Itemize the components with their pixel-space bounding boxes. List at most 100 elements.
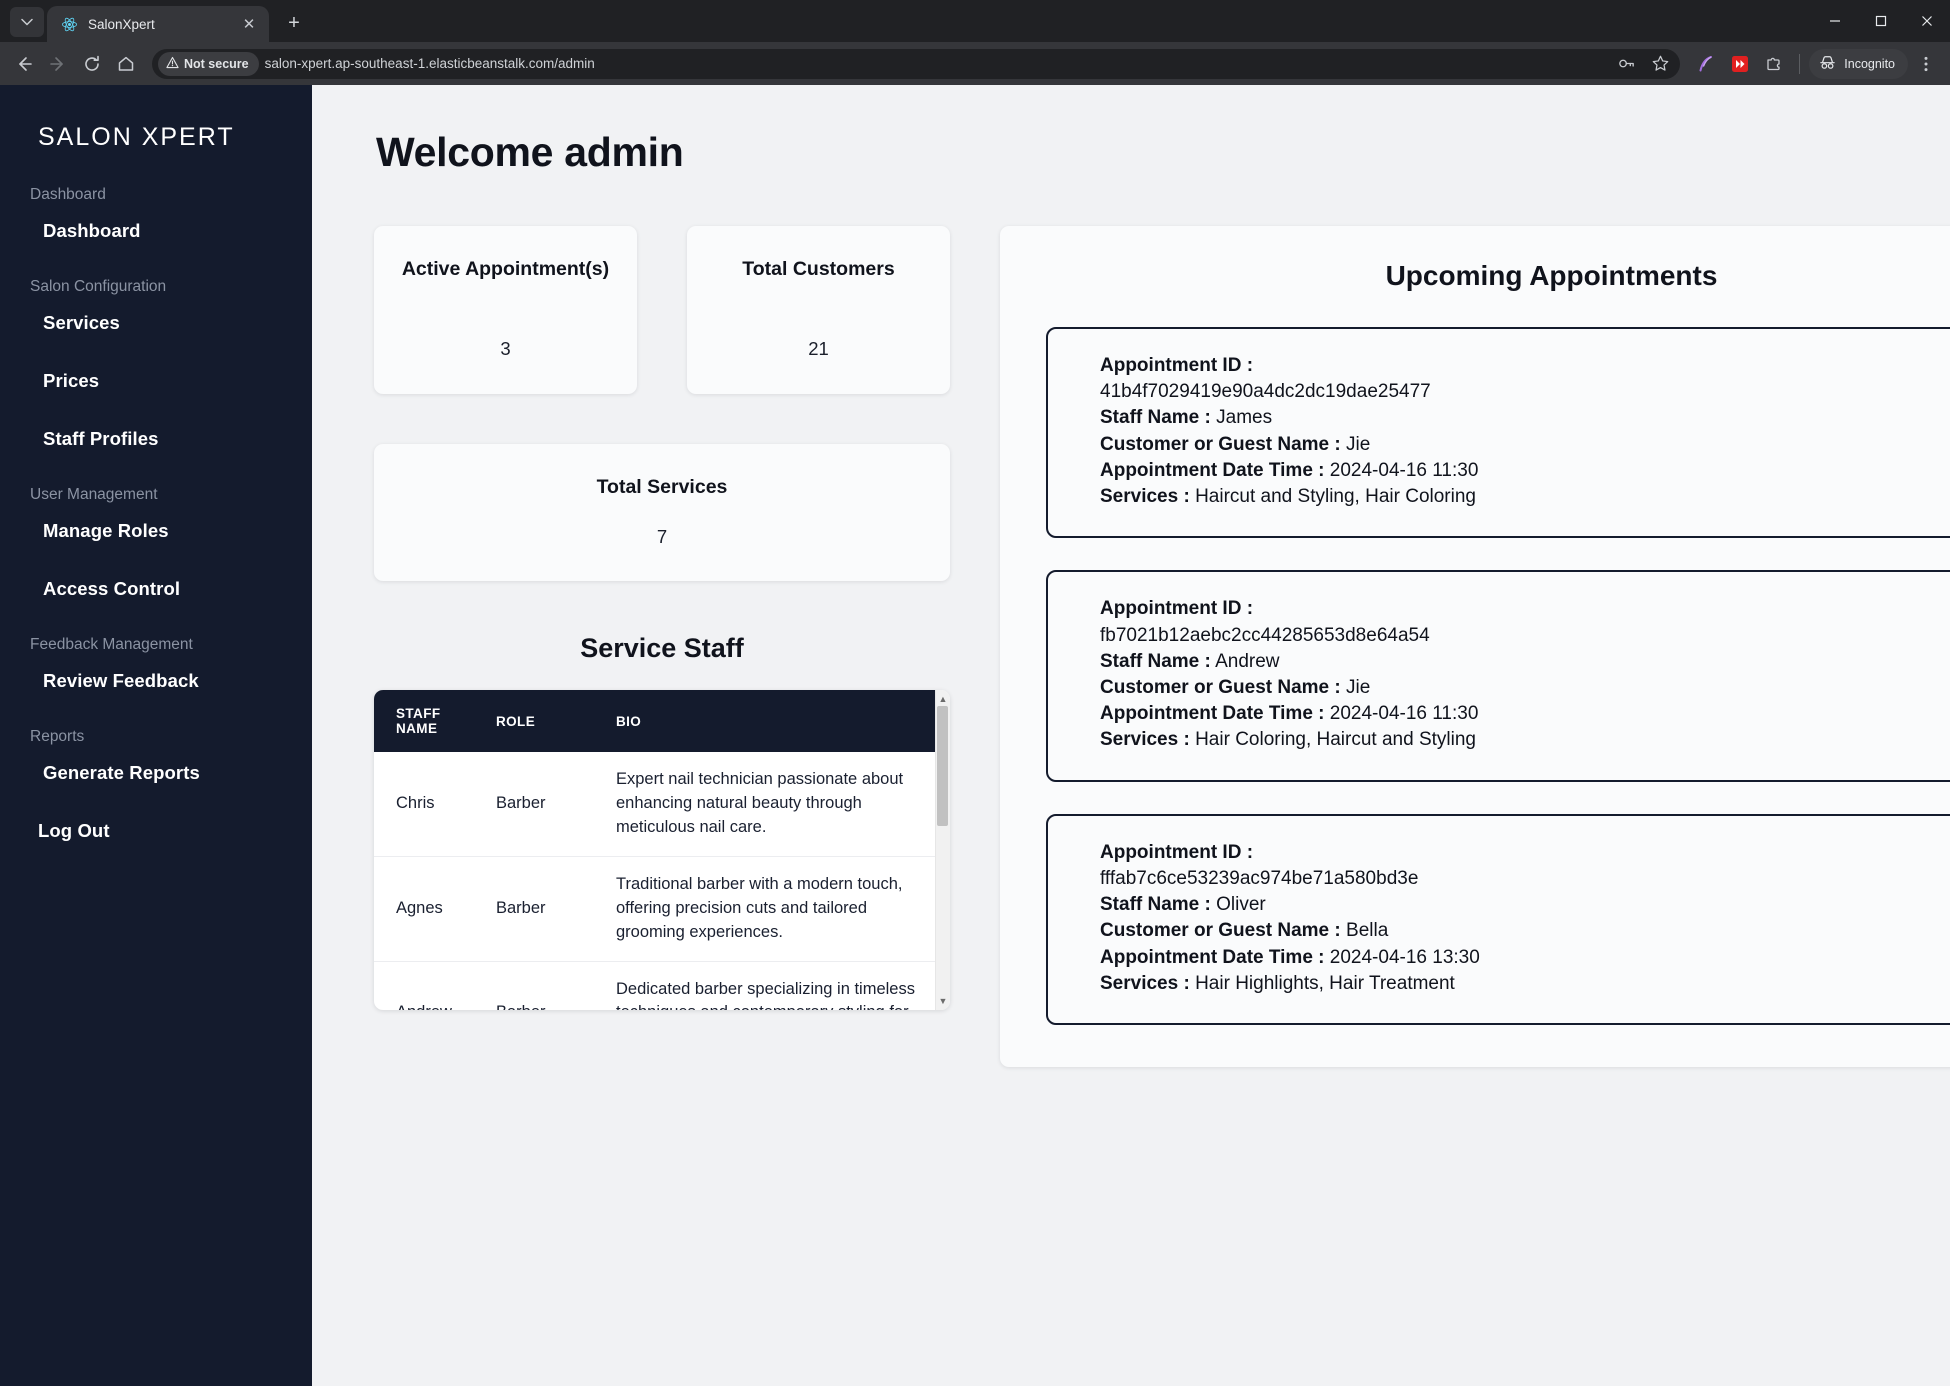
value-text: Haircut and Styling, Hair Coloring bbox=[1195, 486, 1476, 508]
value-text: Hair Coloring, Haircut and Styling bbox=[1195, 729, 1476, 751]
sidebar-item-staff-profiles[interactable]: Staff Profiles bbox=[0, 428, 312, 450]
forward-arrow-icon bbox=[42, 48, 74, 80]
maximize-icon[interactable] bbox=[1858, 0, 1904, 42]
stat-value: 21 bbox=[808, 338, 829, 359]
appointment-date-time: Appointment Date Time : 2024-04-16 13:30 bbox=[1100, 945, 1950, 971]
sidebar-item-log-out[interactable]: Log Out bbox=[0, 820, 312, 842]
appointment-staff-name: Staff Name : Andrew bbox=[1100, 649, 1950, 675]
stat-value: 3 bbox=[500, 338, 511, 359]
service-staff-title: Service Staff bbox=[580, 633, 744, 663]
table-row: Andrew Barber Dedicated barber specializ… bbox=[374, 960, 935, 1010]
scrollbar-thumb[interactable] bbox=[937, 706, 948, 826]
sidebar-group-label-feedback-management: Feedback Management bbox=[30, 636, 193, 653]
scrollbar-track[interactable] bbox=[936, 706, 950, 994]
browser-toolbar: Not secure salon-xpert.ap-southeast-1.el… bbox=[0, 42, 1950, 85]
label-text: Customer or Guest Name : bbox=[1100, 433, 1341, 455]
appointment-services: Services : Hair Highlights, Hair Treatme… bbox=[1100, 971, 1950, 997]
cell-bio: Expert nail technician passionate about … bbox=[616, 770, 904, 836]
sidebar-item-dashboard[interactable]: Dashboard bbox=[0, 220, 312, 242]
feather-extension-icon[interactable] bbox=[1690, 48, 1722, 80]
label-text: Customer or Guest Name : bbox=[1100, 676, 1341, 698]
column-header-role: ROLE bbox=[484, 690, 604, 752]
appointment-id-value: fb7021b12aebc2cc44285653d8e64a54 bbox=[1100, 624, 1430, 646]
sidebar-item-services[interactable]: Services bbox=[0, 312, 312, 334]
sidebar-group-label-salon-configuration: Salon Configuration bbox=[30, 278, 167, 295]
label-text: Appointment ID : bbox=[1100, 598, 1254, 620]
appointment-services: Services : Hair Coloring, Haircut and St… bbox=[1100, 727, 1950, 753]
three-dot-menu-icon[interactable] bbox=[1910, 48, 1942, 80]
back-arrow-icon[interactable] bbox=[8, 48, 40, 80]
dashboard-left-column: Active Appointment(s) 3 Total Customers … bbox=[374, 226, 950, 1010]
stat-card-total-customers: Total Customers 21 bbox=[687, 226, 950, 394]
browser-tab[interactable]: SalonXpert ✕ bbox=[47, 6, 269, 42]
tab-search-button[interactable] bbox=[10, 7, 44, 37]
value-text: Oliver bbox=[1216, 894, 1266, 916]
tab-title: SalonXpert bbox=[88, 16, 155, 32]
cell-role: Barber bbox=[496, 793, 546, 812]
tab-strip: SalonXpert ✕ + bbox=[0, 0, 1950, 42]
appointment-customer-name: Customer or Guest Name : Jie bbox=[1100, 675, 1950, 701]
incognito-label: Incognito bbox=[1844, 56, 1895, 71]
sidebar-item-prices[interactable]: Prices bbox=[0, 370, 312, 392]
label-text: Services : bbox=[1100, 486, 1190, 508]
appointment-card[interactable]: Appointment ID : 41b4f7029419e90a4dc2dc1… bbox=[1046, 327, 1950, 539]
stat-label: Active Appointment(s) bbox=[401, 258, 610, 280]
value-text: Bella bbox=[1346, 920, 1389, 942]
table-row: Agnes Barber Traditional barber with a m… bbox=[374, 855, 935, 962]
label-text: Appointment Date Time : bbox=[1100, 459, 1325, 481]
appointment-id-value: 41b4f7029419e90a4dc2dc19dae25477 bbox=[1100, 381, 1431, 403]
address-bar[interactable]: Not secure salon-xpert.ap-southeast-1.el… bbox=[152, 48, 1681, 80]
omnibox-actions bbox=[1610, 48, 1676, 80]
appointment-date-time: Appointment Date Time : 2024-04-16 11:30 bbox=[1100, 458, 1950, 484]
incognito-hat-icon bbox=[1818, 53, 1837, 75]
cell-bio: Dedicated barber specializing in timeles… bbox=[604, 960, 935, 1010]
appointment-id-label: Appointment ID : bbox=[1100, 596, 1950, 622]
dashboard-right-column: Upcoming Appointments Appointment ID : 4… bbox=[1000, 226, 1950, 1067]
table-body: Chris Barber Expert nail technician pass… bbox=[374, 752, 935, 1010]
new-tab-button[interactable]: + bbox=[279, 8, 309, 38]
table-scroll-area[interactable]: STAFF NAME ROLE BIO Chris Barber Expert … bbox=[374, 690, 935, 1010]
table-scrollbar[interactable]: ▲ ▼ bbox=[935, 690, 950, 1010]
table-header-row: STAFF NAME ROLE BIO bbox=[374, 690, 935, 752]
appointment-services: Services : Haircut and Styling, Hair Col… bbox=[1100, 484, 1950, 510]
fast-forward-extension-icon[interactable] bbox=[1724, 48, 1756, 80]
value-text: 2024-04-16 13:30 bbox=[1329, 946, 1480, 968]
label-text: Appointment ID : bbox=[1100, 841, 1254, 863]
minimize-icon[interactable] bbox=[1812, 0, 1858, 42]
app-brand: SALON XPERT bbox=[38, 123, 235, 151]
sidebar-item-access-control[interactable]: Access Control bbox=[0, 578, 312, 600]
close-icon[interactable] bbox=[1904, 0, 1950, 42]
url-text: salon-xpert.ap-southeast-1.elasticbeanst… bbox=[264, 56, 595, 71]
sidebar-item-generate-reports[interactable]: Generate Reports bbox=[0, 762, 312, 784]
appointment-card[interactable]: Appointment ID : fb7021b12aebc2cc4428565… bbox=[1046, 570, 1950, 782]
stat-card-row: Active Appointment(s) 3 Total Customers … bbox=[374, 226, 950, 394]
value-text: Jie bbox=[1346, 676, 1371, 698]
service-staff-table: STAFF NAME ROLE BIO Chris Barber Expert … bbox=[374, 690, 935, 1010]
incognito-indicator[interactable]: Incognito bbox=[1809, 48, 1908, 79]
table-head: STAFF NAME ROLE BIO bbox=[374, 690, 935, 752]
page-title: Welcome admin bbox=[376, 129, 684, 175]
stat-label: Total Customers bbox=[742, 258, 895, 280]
window-controls bbox=[1812, 0, 1950, 42]
app-sidebar: SALON XPERT Dashboard Dashboard Salon Co… bbox=[0, 85, 312, 1386]
scroll-down-arrow-icon[interactable]: ▼ bbox=[939, 994, 948, 1008]
close-icon[interactable]: ✕ bbox=[239, 14, 259, 34]
appointment-card[interactable]: Appointment ID : fffab7c6ce53239ac974be7… bbox=[1046, 813, 1950, 1025]
sidebar-item-review-feedback[interactable]: Review Feedback bbox=[0, 670, 312, 692]
star-icon[interactable] bbox=[1644, 48, 1676, 80]
appointment-id-label: Appointment ID : bbox=[1100, 840, 1950, 866]
security-status[interactable]: Not secure bbox=[158, 51, 259, 76]
label-text: Staff Name : bbox=[1100, 894, 1211, 916]
sidebar-group-label-reports: Reports bbox=[30, 728, 85, 745]
service-staff-table-container: STAFF NAME ROLE BIO Chris Barber Expert … bbox=[374, 690, 950, 1010]
scroll-up-arrow-icon[interactable]: ▲ bbox=[939, 692, 948, 706]
browser-window: SalonXpert ✕ + Not secure salon-xpert.ap… bbox=[0, 0, 1950, 1386]
appointment-staff-name: Staff Name : James bbox=[1100, 405, 1950, 431]
extensions-puzzle-icon[interactable] bbox=[1758, 48, 1790, 80]
sidebar-item-manage-roles[interactable]: Manage Roles bbox=[0, 520, 312, 542]
home-icon[interactable] bbox=[110, 48, 142, 80]
reload-icon[interactable] bbox=[76, 48, 108, 80]
appointment-id-label: Appointment ID : bbox=[1100, 353, 1950, 379]
table-row: Chris Barber Expert nail technician pass… bbox=[374, 752, 935, 856]
key-icon[interactable] bbox=[1610, 48, 1642, 80]
